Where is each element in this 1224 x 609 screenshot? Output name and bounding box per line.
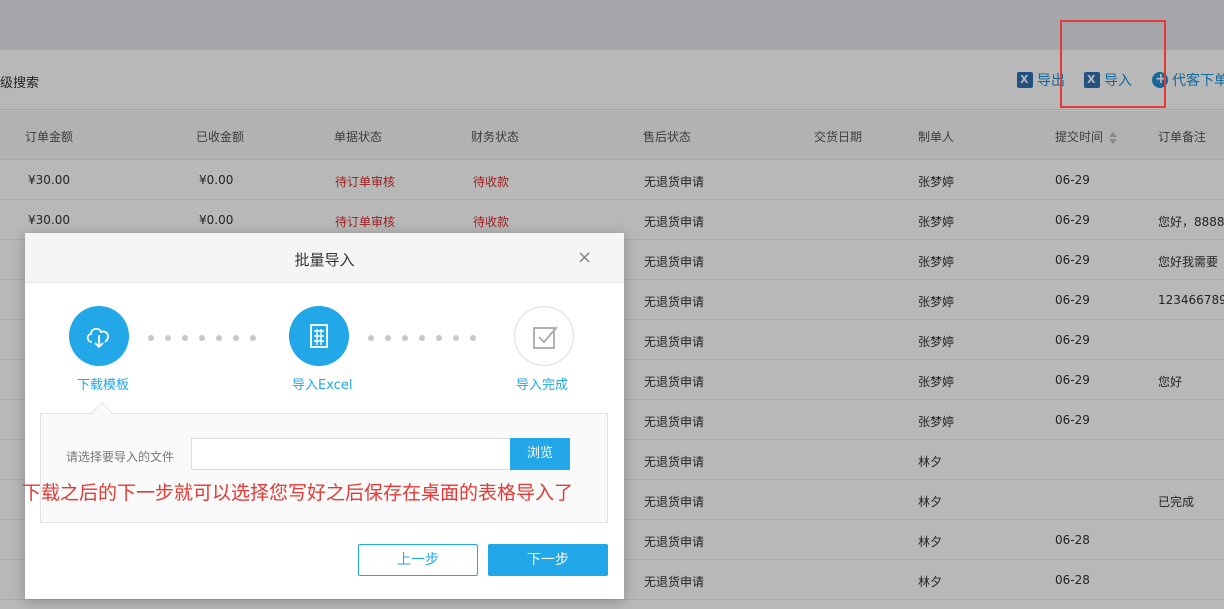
instruction-annotation: 下载之后的下一步就可以选择您写好之后保存在桌面的表格导入了 [22,482,574,504]
dialog-title: 批量导入 [294,251,355,269]
step-connector-2 [368,335,476,341]
spreadsheet-icon [310,324,328,348]
step-label-download: 下载模板 [77,378,130,393]
cloud-download-icon [86,327,109,349]
close-icon[interactable]: × [577,247,592,268]
browse-button[interactable]: 浏览 [510,438,570,470]
step-label-complete: 导入完成 [516,378,569,393]
checkbox-icon [533,326,558,349]
next-step-button[interactable]: 下一步 [488,544,608,576]
previous-step-button[interactable]: 上一步 [358,544,478,576]
step-label-import-excel: 导入Excel [292,378,353,393]
file-path-input[interactable] [191,438,511,470]
step-download-template [69,306,129,366]
import-highlight-box [1060,20,1166,108]
dialog-header: 批量导入 × [25,233,624,283]
batch-import-dialog: 批量导入 × 下载模板 导入Excel 导入完成 请选择要导入的文件 浏览 上一… [25,233,624,599]
file-select-label: 请选择要导入的文件 [66,450,175,464]
step-import-complete [514,306,574,366]
step-import-excel [289,306,349,366]
step-connector-1 [148,335,256,341]
